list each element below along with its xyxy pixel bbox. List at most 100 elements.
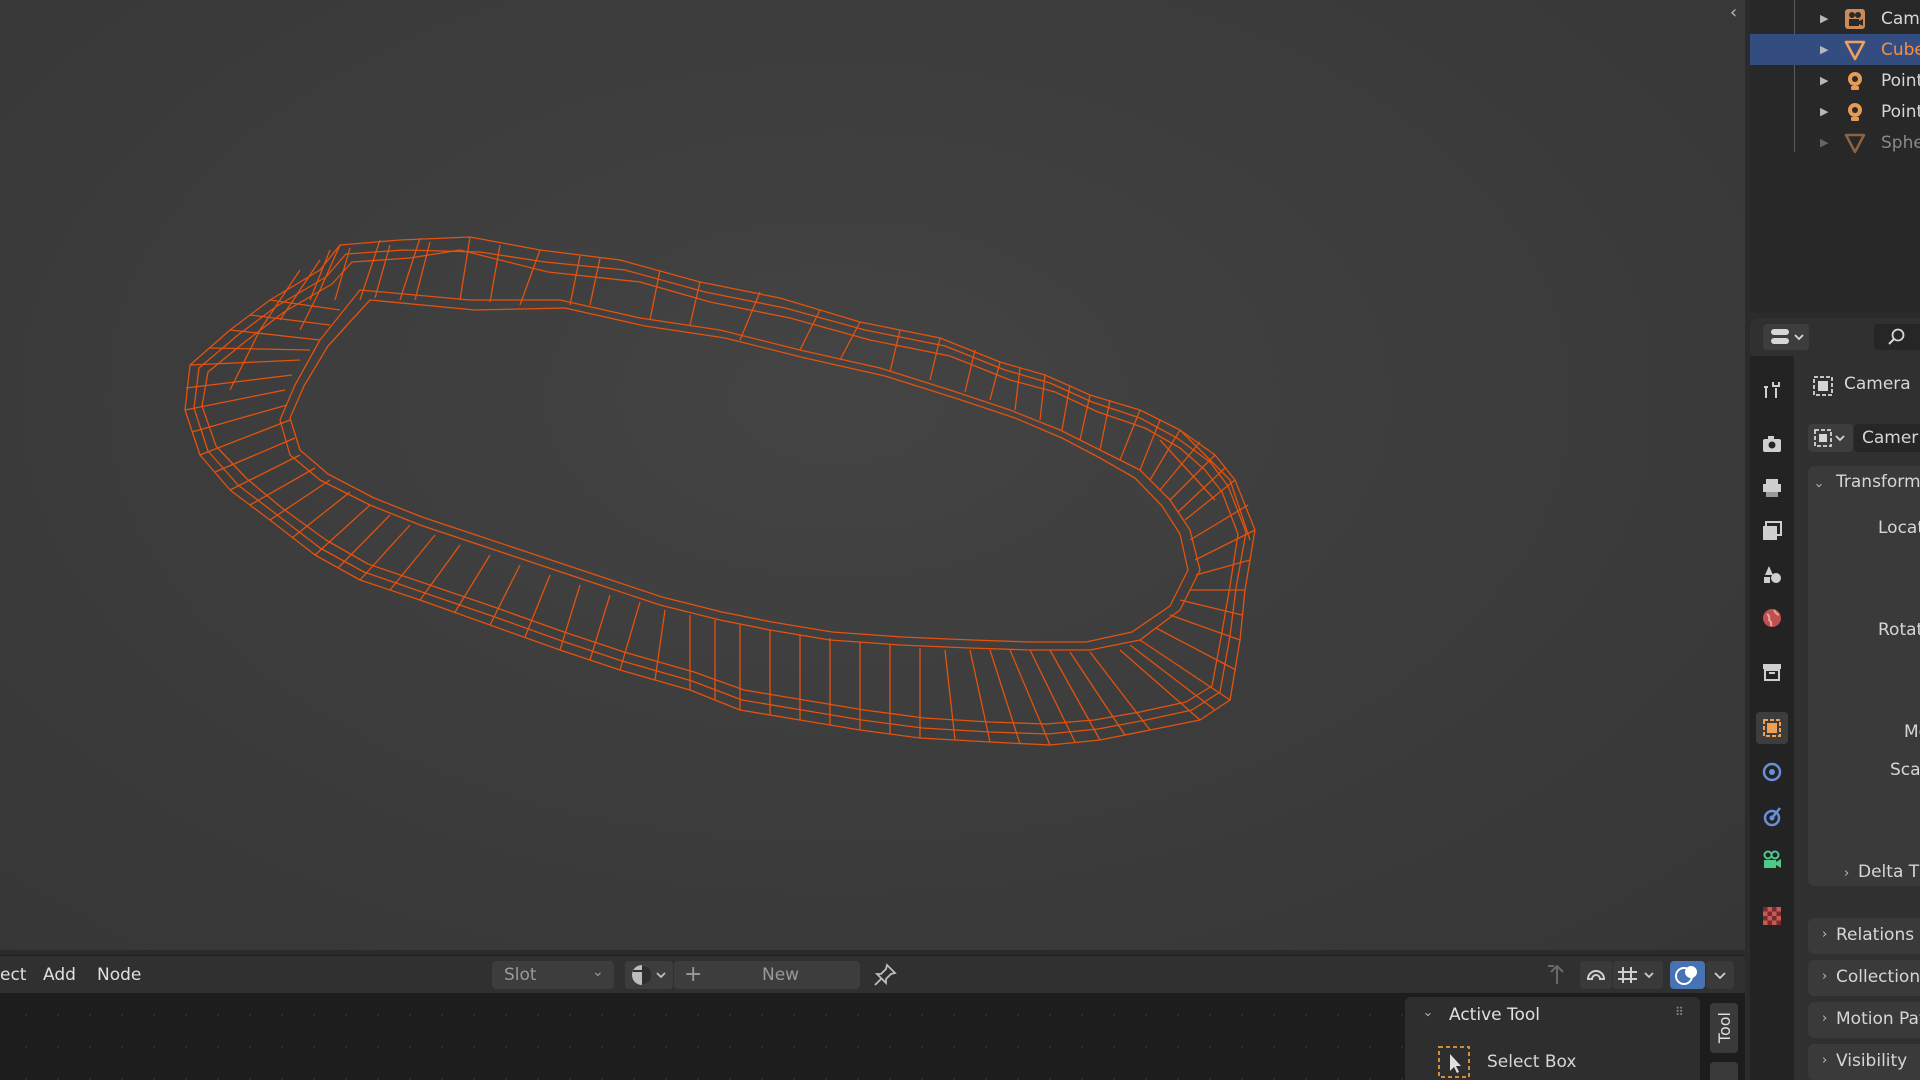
constraint-icon [1763, 807, 1781, 827]
tab-texture[interactable] [1756, 900, 1788, 932]
transform-panel: › Transform Location Rotation Moc Scale … [1808, 466, 1920, 886]
outliner-item-label: Point [1881, 70, 1920, 91]
plus-icon: + [684, 962, 703, 987]
overlays-toggle[interactable] [1670, 961, 1705, 989]
transform-panel-title[interactable]: Transform [1836, 472, 1920, 492]
tab-world[interactable] [1756, 602, 1788, 634]
tab-object[interactable] [1756, 712, 1788, 744]
camera-object-icon [1845, 8, 1865, 29]
menu-add[interactable]: Add [43, 965, 76, 985]
output-printer-icon [1763, 479, 1781, 497]
object-square-icon [1763, 719, 1781, 737]
collections-panel[interactable]: › Collection [1808, 960, 1920, 996]
tab-collection[interactable] [1756, 656, 1788, 688]
chevron-right-icon[interactable]: › [1844, 866, 1849, 881]
visibility-panel[interactable]: › Visibility [1808, 1044, 1920, 1080]
snap-toggle[interactable] [1580, 961, 1612, 989]
tab-tool[interactable] [1756, 374, 1788, 406]
tab-scene[interactable] [1756, 558, 1788, 590]
chevron-down-icon: ⌄ [592, 964, 604, 980]
expand-arrow-icon[interactable]: ▶ [1820, 43, 1828, 56]
outliner-item-label: Cam [1881, 8, 1920, 29]
pin-icon[interactable] [872, 962, 898, 988]
overlays-dropdown[interactable] [1706, 961, 1734, 989]
object-square-icon [1813, 376, 1833, 396]
overlays-icon [1675, 966, 1697, 985]
parent-node-tree-icon[interactable] [1544, 962, 1570, 988]
chevron-down-icon[interactable]: › [1420, 1012, 1435, 1017]
camera-data-icon [1763, 850, 1781, 868]
3d-viewport[interactable]: ‹ [0, 0, 1745, 950]
menu-select[interactable]: ect [0, 965, 26, 985]
scale-label: Scale [1890, 760, 1920, 780]
mesh-object-icon [1844, 40, 1866, 60]
texture-checker-icon [1763, 907, 1781, 925]
chevron-right-icon: › [1822, 969, 1828, 984]
motion-paths-panel[interactable]: › Motion Pat [1808, 1002, 1920, 1038]
tab-modifiers[interactable] [1756, 756, 1788, 788]
editor-type-button[interactable] [1763, 324, 1809, 350]
tab-constraints[interactable] [1756, 800, 1788, 832]
rotation-label: Rotation [1878, 620, 1920, 640]
object-name-label: Camera [1844, 374, 1911, 394]
properties-search-field[interactable] [1874, 324, 1920, 350]
tab-render[interactable] [1756, 428, 1788, 460]
properties-header [1750, 318, 1920, 356]
new-material-button[interactable]: + New [674, 961, 860, 989]
object-browse-button[interactable] [1808, 424, 1853, 452]
chevron-down-icon[interactable]: › [1811, 483, 1826, 488]
scene-icon [1764, 566, 1781, 583]
chevron-right-icon: › [1822, 1053, 1828, 1068]
select-box-label: Select Box [1487, 1052, 1577, 1072]
snap-element-dropdown[interactable] [1613, 961, 1663, 989]
chevron-right-icon: › [1822, 1011, 1828, 1026]
tab-view-layer[interactable] [1756, 515, 1788, 547]
relations-panel[interactable]: › Relations [1808, 918, 1920, 954]
properties-tab-bar [1750, 356, 1794, 1080]
expand-arrow-icon[interactable]: ▶ [1820, 105, 1828, 118]
physics-orbit-icon [1762, 762, 1782, 782]
sidebar-tab-secondary[interactable] [1710, 1062, 1738, 1080]
collapse-sidebar-icon[interactable]: ‹ [1730, 2, 1737, 23]
grid-snap-icon [1618, 967, 1654, 983]
mesh-object-icon [1844, 133, 1866, 153]
select-box-icon[interactable] [1437, 1045, 1471, 1079]
delta-transform-label[interactable]: Delta T [1858, 862, 1919, 882]
light-object-icon [1848, 102, 1862, 121]
object-browse-icon [1814, 429, 1845, 447]
tab-object-data[interactable] [1756, 844, 1788, 876]
chevron-down-icon [1714, 972, 1726, 980]
collection-box-icon [1763, 664, 1781, 681]
expand-arrow-icon[interactable]: ▶ [1820, 12, 1828, 25]
outliner-item-cube[interactable]: ▶ Cube [1750, 34, 1920, 65]
world-globe-icon [1763, 609, 1781, 627]
light-object-icon [1848, 71, 1862, 90]
expand-arrow-icon[interactable]: ▶ [1820, 74, 1828, 87]
active-tool-title[interactable]: Active Tool [1449, 1005, 1540, 1025]
properties-editor-icon [1771, 329, 1804, 344]
outliner-item-point-light[interactable]: ▶ Point [1750, 65, 1920, 96]
material-sphere-icon [632, 965, 666, 985]
view-layer-icon [1763, 521, 1782, 540]
menu-node[interactable]: Node [97, 965, 141, 985]
outliner-item-point-light[interactable]: ▶ Point [1750, 96, 1920, 127]
object-name-field[interactable]: Camer [1854, 424, 1920, 452]
drag-handle-icon[interactable]: ⠿ [1675, 1005, 1685, 1019]
tab-output[interactable] [1756, 472, 1788, 504]
expand-arrow-icon[interactable]: ▶ [1820, 136, 1828, 149]
outliner-panel[interactable]: ▶ Cam ▶ Cube ▶ Point ▶ Point ▶ Sphe [1750, 0, 1920, 313]
location-label: Location [1878, 518, 1920, 538]
node-editor-header: ect Add Node Slot ⌄ + New [0, 955, 1745, 994]
outliner-item-label: Sphe [1881, 132, 1920, 153]
slot-dropdown[interactable]: Slot ⌄ [492, 961, 614, 989]
snap-magnet-icon [1586, 970, 1606, 980]
outliner-item-sphere[interactable]: ▶ Sphe [1750, 127, 1920, 158]
outliner-item-camera[interactable]: ▶ Cam [1750, 3, 1920, 34]
render-camera-icon [1763, 436, 1781, 452]
tool-wrench-icon [1764, 382, 1780, 398]
outliner-item-label: Cube [1881, 39, 1920, 60]
material-browse-button[interactable] [625, 961, 673, 989]
sidebar-tab-tool[interactable]: Tool [1710, 1003, 1738, 1053]
chevron-right-icon: › [1822, 927, 1828, 942]
search-icon [1888, 328, 1905, 345]
